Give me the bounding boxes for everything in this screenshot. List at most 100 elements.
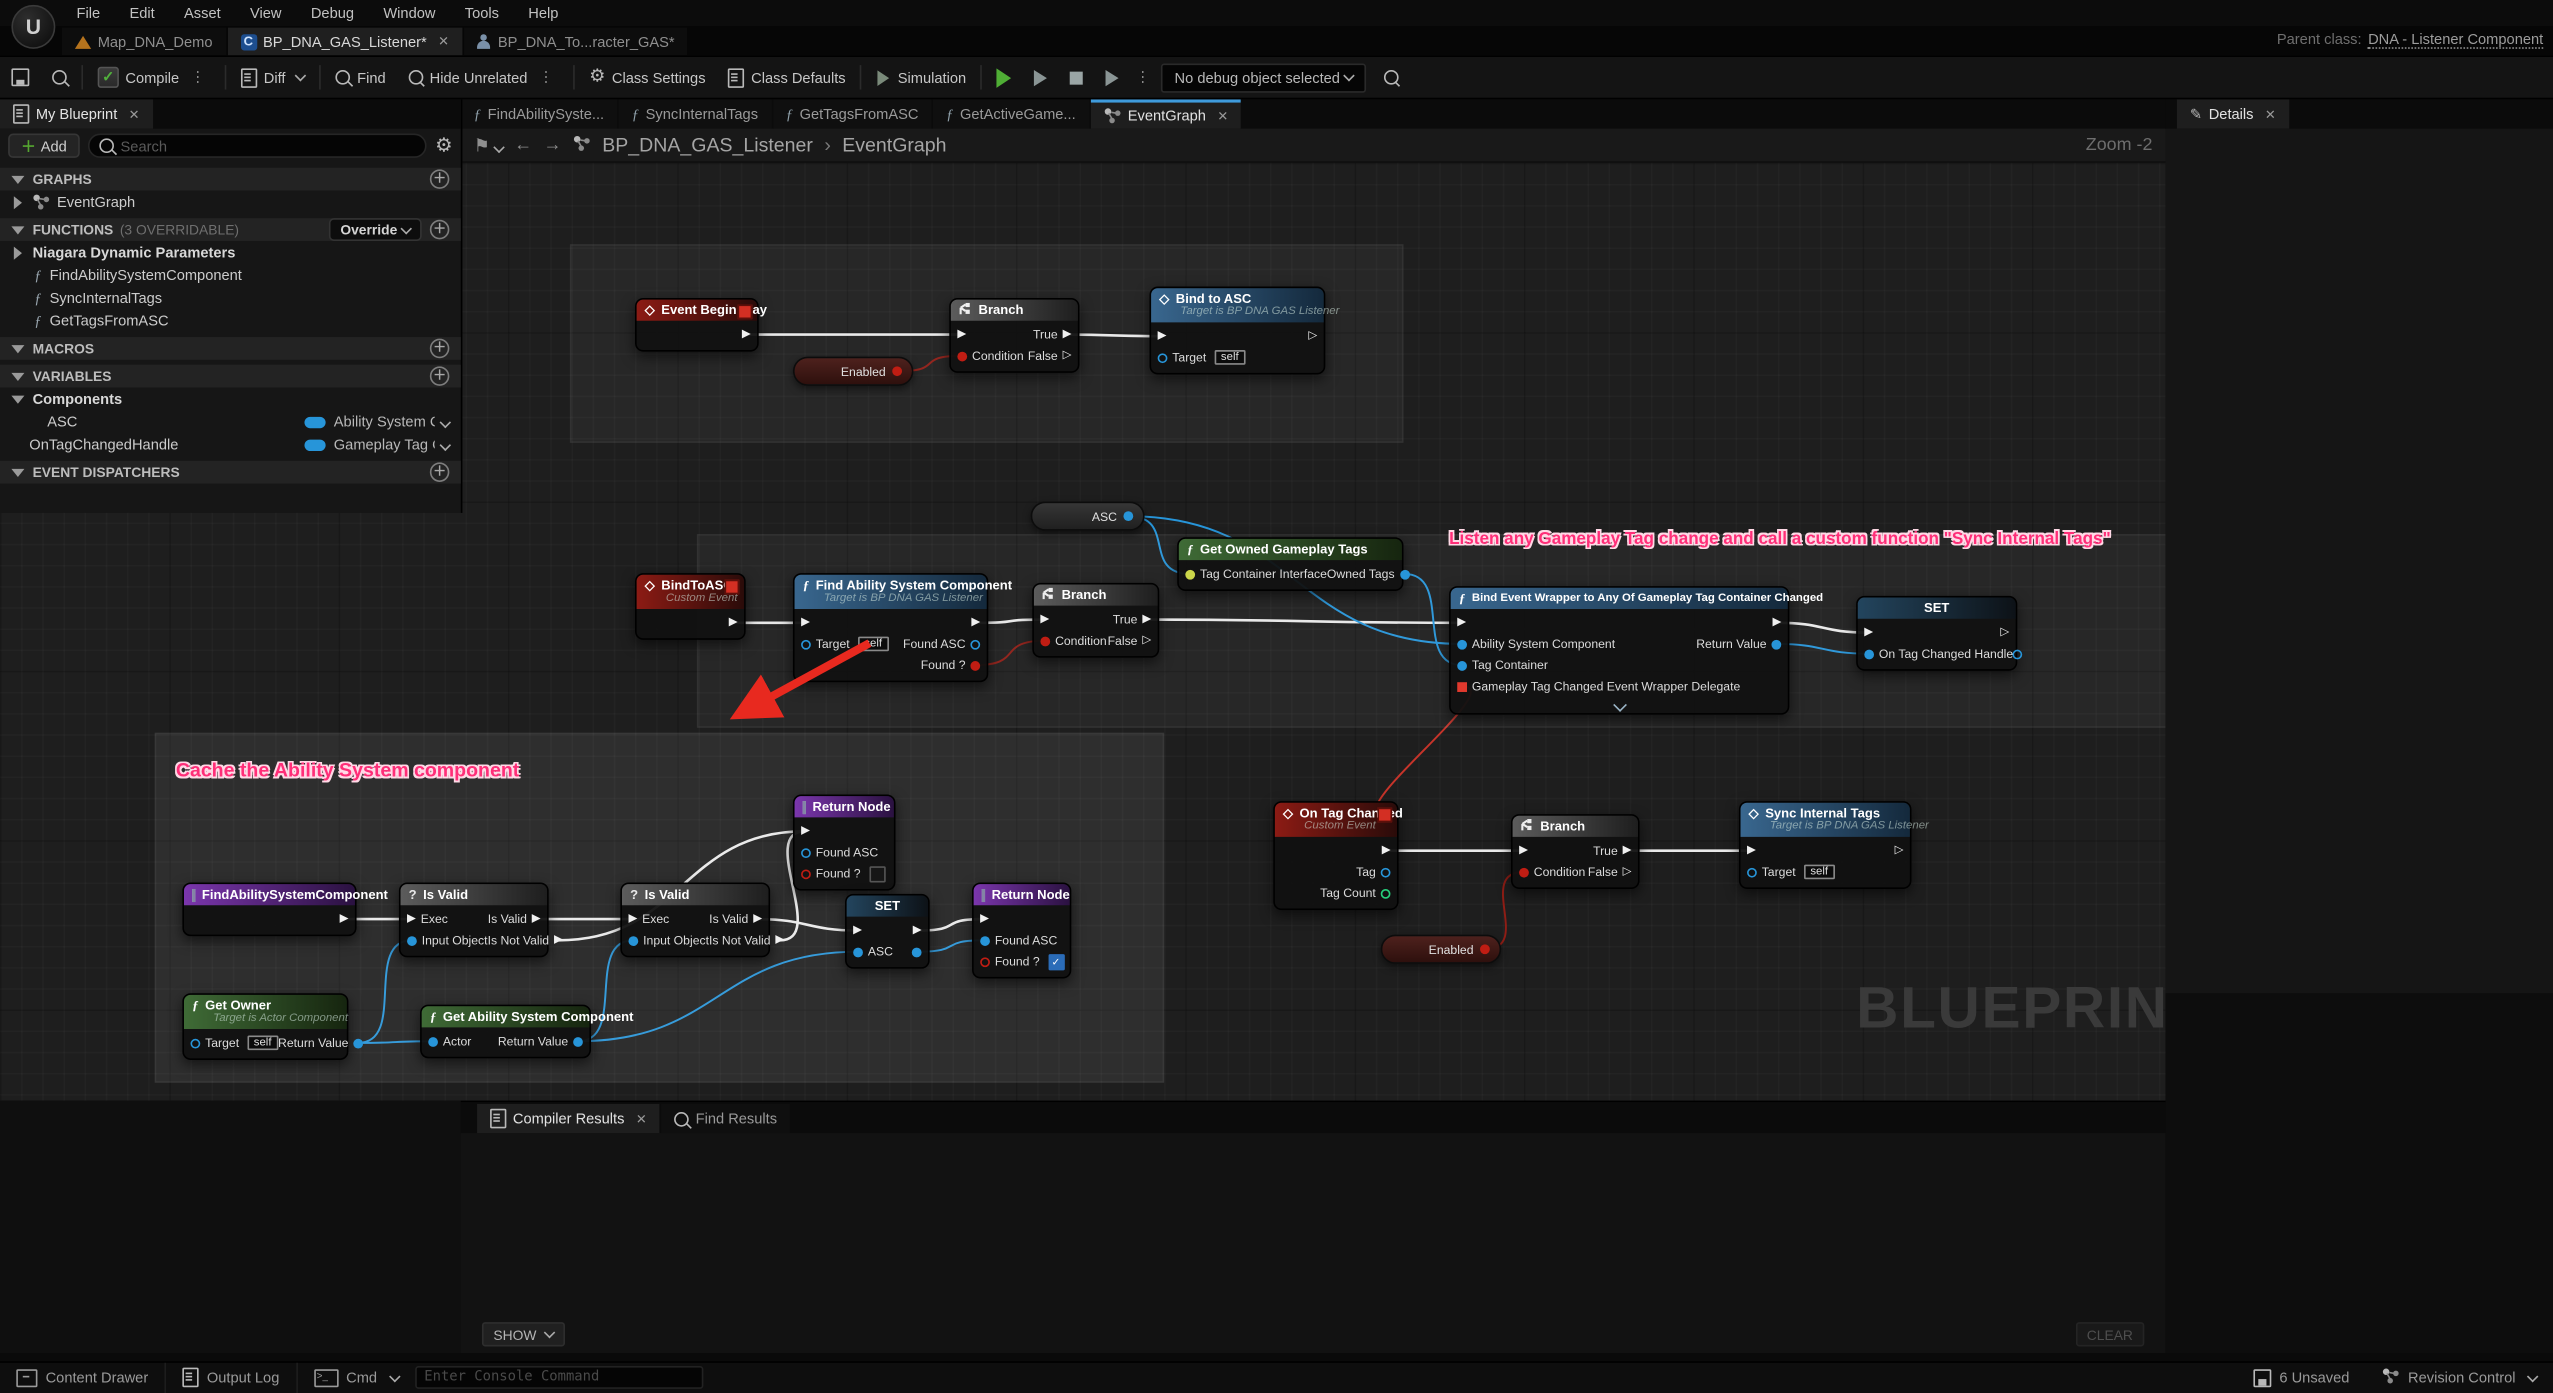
pin-in[interactable]: ▶ — [980, 913, 989, 924]
close-icon[interactable]: ✕ — [1217, 108, 1228, 123]
node-onTagChanged[interactable]: ◇On Tag ChangedCustom Event▶TagTag Count — [1273, 801, 1398, 910]
pin-out[interactable] — [1123, 511, 1133, 521]
pin-Gameplay Tag Changed Event Wrapper Delegate[interactable] — [1457, 681, 1467, 691]
pin-Is Not Valid[interactable]: ▶ — [775, 935, 784, 946]
pin-Owned Tags[interactable] — [1399, 569, 1409, 579]
add-icon[interactable]: ＋ — [430, 169, 450, 189]
more-options-icon[interactable]: ⋮ — [1131, 68, 1155, 86]
pin-Tag Count[interactable] — [1381, 888, 1391, 898]
sidebar-group-components[interactable]: Components — [0, 388, 461, 411]
pin-False[interactable]: ▷ — [1063, 350, 1072, 361]
pin-out[interactable] — [1480, 944, 1490, 954]
pin-in[interactable]: ▶ — [1158, 331, 1167, 342]
pin-ASC[interactable] — [853, 947, 863, 957]
pin-Tag[interactable] — [1381, 867, 1391, 877]
pin-False[interactable]: ▷ — [1623, 866, 1632, 877]
pin-False[interactable]: ▷ — [1142, 635, 1151, 646]
graph-annotation[interactable]: Cache the Ability System component — [176, 759, 519, 782]
node-getAscComp[interactable]: ƒGet Ability System ComponentActorReturn… — [420, 1005, 591, 1059]
node-setHandle[interactable]: SET▶▷On Tag Changed Handle — [1856, 596, 2017, 671]
pin-out[interactable]: ▶ — [1772, 617, 1781, 628]
play-button[interactable] — [986, 57, 1023, 98]
close-icon[interactable]: ✕ — [129, 107, 140, 122]
menu-edit[interactable]: Edit — [115, 0, 170, 26]
pin-out[interactable]: ▶ — [1382, 845, 1391, 856]
revision-control-dropdown[interactable]: Revision Control — [2366, 1363, 2553, 1393]
add-icon[interactable]: ＋ — [430, 339, 450, 359]
node-isValid2[interactable]: ?Is Valid▶ExecIs Valid▶Input ObjectIs No… — [620, 882, 770, 957]
node-bindToAscEvent[interactable]: ◇BindToASCCustom Event▶ — [635, 573, 746, 640]
node-fascEntry[interactable]: FindAbilitySystemComponent▶ — [182, 882, 356, 936]
class-settings-button[interactable]: ⚙Class Settings — [578, 57, 717, 98]
pin-out[interactable]: ▶ — [913, 925, 922, 936]
pin-out[interactable]: ▶ — [729, 617, 738, 628]
pin-in[interactable]: ▶ — [853, 925, 862, 936]
node-bindToAsc[interactable]: ◇Bind to ASCTarget is BP DNA GAS Listene… — [1150, 287, 1326, 375]
menu-debug[interactable]: Debug — [296, 0, 369, 26]
search-input[interactable]: Search — [88, 134, 427, 158]
section-variables[interactable]: VARIABLES＋ — [0, 365, 461, 388]
node-ascPill[interactable]: ASC — [1031, 501, 1145, 530]
section-macros[interactable]: MACROS＋ — [0, 337, 461, 360]
pin-out[interactable] — [892, 366, 902, 376]
pin-Target[interactable] — [1158, 353, 1168, 363]
pin-True[interactable]: ▶ — [1142, 614, 1151, 625]
add-icon[interactable]: ＋ — [430, 366, 450, 386]
output-log-button[interactable]: Output Log — [166, 1363, 296, 1393]
tab-find-results[interactable]: Find Results — [661, 1104, 790, 1133]
pin-in[interactable]: ▶ — [1747, 845, 1756, 856]
node-branch3[interactable]: Branch▶True▶ConditionFalse▷ — [1511, 814, 1640, 889]
pin-in[interactable]: ▶ — [957, 329, 966, 340]
tab-my-blueprint[interactable]: My Blueprint ✕ — [0, 99, 153, 128]
pin-Actor[interactable] — [428, 1036, 438, 1046]
visibility-icon[interactable] — [441, 440, 449, 448]
node-enabled1[interactable]: Enabled — [793, 357, 913, 386]
pin-Found ?[interactable] — [970, 660, 980, 670]
pin-in[interactable]: ▶ — [1519, 845, 1528, 856]
pin-Return Value[interactable] — [1771, 639, 1781, 649]
self-value-box[interactable]: self — [1804, 865, 1835, 880]
graph-annotation[interactable]: Listen any Gameplay Tag change and call … — [1449, 529, 2111, 549]
debug-object-dropdown[interactable]: No debug object selected — [1162, 63, 1366, 92]
tab-compiler-results[interactable]: Compiler Results✕ — [477, 1104, 660, 1133]
pin-Found ?[interactable] — [801, 869, 811, 879]
cmd-dropdown[interactable]: >_Cmd — [297, 1363, 414, 1393]
pin-Input Object[interactable] — [628, 935, 638, 945]
node-getOwned[interactable]: ƒGet Owned Gameplay TagsTag Container In… — [1177, 537, 1403, 591]
node-enabled2[interactable]: Enabled — [1381, 935, 1501, 964]
frame-skip-button[interactable] — [1095, 57, 1131, 98]
add-button[interactable]: ＋Add — [8, 134, 80, 158]
pin-Is Valid[interactable]: ▶ — [753, 913, 762, 924]
tab-details[interactable]: ✎ Details ✕ — [2177, 99, 2289, 128]
pin-Input Object[interactable] — [407, 935, 417, 945]
pin-out[interactable]: ▷ — [1895, 845, 1904, 856]
graph-tab-findabilitysyste[interactable]: ƒFindAbilitySyste... — [461, 99, 617, 128]
node-syncTags[interactable]: ◇Sync Internal TagsTarget is BP DNA GAS … — [1739, 801, 1912, 889]
pin-True[interactable]: ▶ — [1063, 329, 1072, 340]
find-button[interactable]: Find — [325, 57, 397, 98]
hide-unrelated-button[interactable]: Hide Unrelated⋮ — [397, 57, 570, 98]
pin-Target[interactable] — [190, 1038, 200, 1048]
sidebar-item-niagara[interactable]: Niagara Dynamic Parameters — [0, 241, 461, 264]
pin-Ability System Component[interactable] — [1457, 639, 1467, 649]
graph-tab-syncinternaltags[interactable]: ƒSyncInternalTags — [619, 99, 771, 128]
pin-in[interactable]: ▶ — [801, 617, 810, 628]
pin-Condition[interactable] — [957, 351, 967, 361]
more-options-icon[interactable]: ⋮ — [186, 68, 210, 86]
node-branch1[interactable]: Branch▶True▶ConditionFalse▷ — [949, 298, 1079, 373]
pin-Tag Container[interactable] — [1457, 660, 1467, 670]
node-setAsc[interactable]: SET▶▶ASC — [845, 894, 930, 969]
close-icon[interactable]: ✕ — [2265, 107, 2276, 122]
pin-Exec[interactable]: ▶ — [407, 913, 416, 924]
self-value-box[interactable]: self — [1214, 350, 1245, 365]
debug-browse-button[interactable] — [1373, 57, 1410, 98]
step-over-button[interactable] — [1023, 57, 1059, 98]
menu-asset[interactable]: Asset — [169, 0, 235, 26]
checkbox[interactable] — [869, 865, 885, 881]
self-value-box[interactable]: self — [858, 637, 889, 652]
save-button[interactable] — [0, 57, 41, 98]
compile-button[interactable]: ✓Compile⋮ — [86, 57, 221, 98]
pin-vout[interactable] — [2013, 649, 2023, 659]
browse-button[interactable] — [41, 57, 78, 98]
visibility-icon[interactable] — [441, 418, 449, 426]
